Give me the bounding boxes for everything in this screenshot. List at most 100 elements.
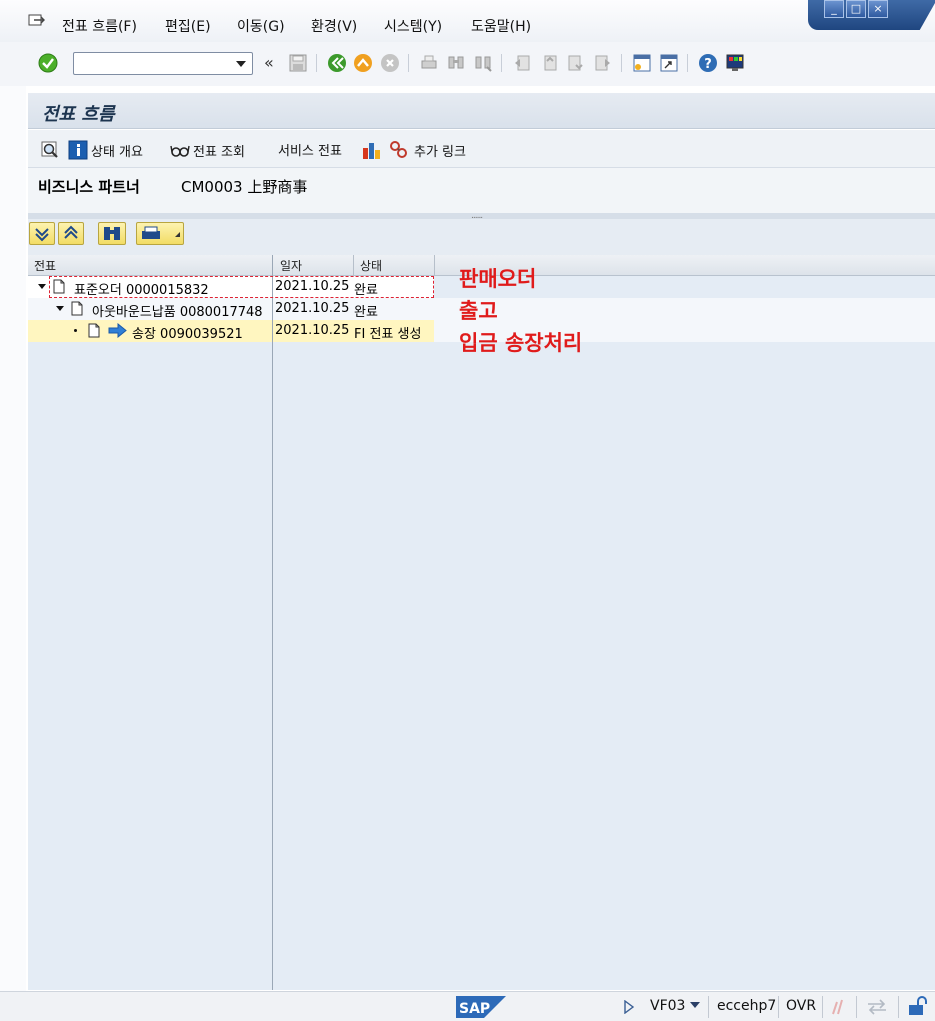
- collapse-all-icon: [64, 225, 78, 239]
- find-icon[interactable]: [446, 53, 466, 73]
- menu-goto[interactable]: 이동(G): [237, 16, 285, 36]
- display-document-label: 전표 조회: [193, 144, 245, 160]
- standard-toolbar: « ?: [0, 42, 935, 86]
- menu-edit[interactable]: 편집(E): [165, 16, 211, 36]
- menu-icon[interactable]: [28, 14, 46, 28]
- status-separator: [778, 996, 779, 1018]
- document-icon: [88, 323, 100, 338]
- chevron-down-icon[interactable]: [690, 1002, 700, 1010]
- status-overview-button[interactable]: 상태 개요: [68, 140, 143, 160]
- play-icon[interactable]: [624, 1000, 634, 1014]
- glasses-icon: [170, 145, 190, 157]
- new-session-icon[interactable]: [632, 53, 652, 73]
- display-document-button[interactable]: 전표 조회: [170, 140, 245, 160]
- svg-text:?: ?: [704, 57, 712, 72]
- link-icon: [390, 141, 407, 158]
- menu-document-flow[interactable]: 전표 흐름(F): [62, 16, 137, 36]
- insert-mode[interactable]: OVR: [786, 998, 816, 1014]
- maximize-icon[interactable]: □: [846, 0, 866, 18]
- exit-icon[interactable]: [353, 53, 373, 73]
- menu-system[interactable]: 시스템(Y): [384, 16, 442, 36]
- find-next-icon[interactable]: [473, 53, 493, 73]
- column-header-date[interactable]: 일자: [280, 257, 302, 274]
- cancel-icon[interactable]: [380, 53, 400, 73]
- column-header-status[interactable]: 상태: [360, 257, 382, 274]
- document-status: 완료: [354, 305, 378, 320]
- connection-icon: [868, 999, 886, 1015]
- close-icon[interactable]: ×: [868, 0, 888, 18]
- menu-environment[interactable]: 환경(V): [311, 16, 357, 36]
- refresh-button[interactable]: [40, 140, 60, 160]
- annotation-invoice: 입금 송장처리: [459, 331, 583, 355]
- document-name: 송장 0090039521: [132, 327, 243, 342]
- transaction-code: VF03: [650, 998, 686, 1014]
- menu-help[interactable]: 도움말(H): [471, 16, 531, 36]
- application-toolbar: 상태 개요 전표 조회 서비스 전표 추가 링크: [28, 130, 935, 168]
- print-menu-button[interactable]: [136, 222, 184, 245]
- title-bar: 전표 흐름: [28, 93, 935, 129]
- status-separator: [708, 996, 709, 1018]
- server-name: eccehp7: [717, 998, 777, 1014]
- layout-icon[interactable]: [725, 53, 745, 73]
- chevron-down-icon[interactable]: [236, 61, 246, 67]
- toolbar-separator: [501, 54, 502, 72]
- save-icon[interactable]: [288, 53, 308, 73]
- first-page-icon[interactable]: [512, 53, 532, 73]
- column-separator[interactable]: [353, 255, 354, 276]
- chevron-down-icon: [175, 232, 180, 237]
- enter-icon[interactable]: [38, 53, 58, 73]
- binoculars-icon: [104, 227, 120, 240]
- document-date: 2021.10.25: [275, 301, 350, 316]
- back-icon[interactable]: [327, 53, 347, 73]
- minimize-icon[interactable]: _: [824, 0, 844, 18]
- svg-text:SAP: SAP: [459, 1001, 490, 1017]
- business-partner-header: 비즈니스 파트너 CM0003 上野商事: [28, 168, 935, 215]
- document-status: FI 전표 생성: [354, 327, 422, 342]
- additional-links-label: 추가 링크: [414, 144, 466, 160]
- document-flow-tree: 전표 일자 상태 표준오더 0000015832 2021.10.25 완료 아…: [28, 255, 935, 990]
- printer-icon: [142, 226, 160, 239]
- help-icon[interactable]: ?: [698, 53, 718, 73]
- collapse-command-icon[interactable]: «: [264, 53, 274, 72]
- status-bar: SAP VF03 eccehp7 OVR: [0, 991, 935, 1021]
- prev-page-icon[interactable]: [539, 53, 559, 73]
- service-document-button[interactable]: 서비스 전표: [278, 140, 342, 159]
- expand-all-button[interactable]: [29, 222, 55, 245]
- chart-button[interactable]: [361, 140, 383, 160]
- column-separator[interactable]: [434, 255, 435, 276]
- collapse-node-icon[interactable]: [56, 306, 64, 311]
- document-date: 2021.10.25: [275, 323, 350, 338]
- magnifier-icon: [41, 141, 58, 158]
- arrow-right-icon: [108, 323, 127, 338]
- last-page-icon[interactable]: [593, 53, 613, 73]
- additional-links-button[interactable]: 추가 링크: [389, 140, 466, 160]
- shortcut-icon[interactable]: [659, 53, 679, 73]
- annotation-delivery: 출고: [459, 299, 498, 323]
- column-header-document[interactable]: 전표: [34, 257, 56, 274]
- selection-box: [49, 276, 434, 298]
- print-icon[interactable]: [419, 53, 439, 73]
- window-controls: _ □ ×: [808, 0, 935, 30]
- leaf-node-icon: [74, 329, 77, 332]
- signal-icon: [832, 999, 843, 1015]
- toolbar-separator: [316, 54, 317, 72]
- toolbar-separator: [408, 54, 409, 72]
- status-separator: [898, 996, 899, 1018]
- next-page-icon[interactable]: [566, 53, 586, 73]
- status-overview-label: 상태 개요: [91, 144, 143, 160]
- info-icon: [68, 140, 88, 160]
- toolbar-separator: [621, 54, 622, 72]
- command-field[interactable]: [73, 52, 253, 75]
- service-document-label: 서비스 전표: [278, 144, 342, 159]
- annotation-sales-order: 판매오더: [459, 267, 537, 291]
- collapse-node-icon[interactable]: [38, 284, 46, 289]
- bar-chart-icon: [363, 143, 380, 159]
- page-title: 전표 흐름: [42, 104, 115, 125]
- document-icon: [71, 301, 83, 316]
- status-separator: [856, 996, 857, 1018]
- business-partner-value: CM0003 上野商事: [181, 178, 308, 196]
- collapse-all-button[interactable]: [58, 222, 84, 245]
- find-button[interactable]: [98, 222, 126, 245]
- lock-icon[interactable]: [907, 996, 929, 1016]
- left-frame: [0, 86, 26, 991]
